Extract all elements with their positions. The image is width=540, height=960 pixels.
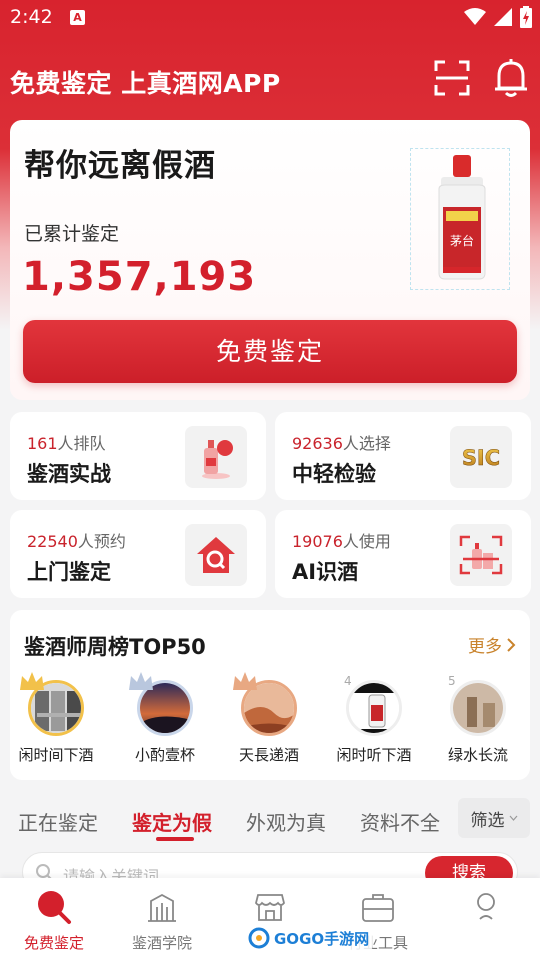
judge-item[interactable]: 5 绿水长流 xyxy=(428,674,528,765)
feature-stat: 22540人预约 xyxy=(27,532,126,551)
system-icons xyxy=(464,6,532,28)
building-icon xyxy=(143,888,181,926)
liquor-bottle-image: 茅台 xyxy=(410,148,510,290)
feature-name: 中轻检验 xyxy=(292,462,376,486)
watermark-logo-icon xyxy=(248,927,270,949)
bell-icon[interactable] xyxy=(493,58,529,98)
ai-scan-bottle-icon xyxy=(450,524,512,586)
feature-stat: 19076人使用 xyxy=(292,532,391,551)
avatar xyxy=(346,680,402,736)
active-tab-indicator xyxy=(156,837,194,841)
chevron-down-icon xyxy=(509,815,517,821)
store-icon xyxy=(251,888,289,926)
tab-judged-fake[interactable]: 鉴定为假 xyxy=(132,807,212,836)
scan-icon[interactable] xyxy=(434,60,470,96)
rank-number: 4 xyxy=(344,674,352,688)
app-bar: 免费鉴定 上真酒网APP xyxy=(0,56,540,106)
status-time: 2:42 xyxy=(10,6,53,28)
watermark: GOGO手游网 xyxy=(244,926,374,950)
hero-headline: 帮你远离假酒 xyxy=(24,148,216,184)
judge-name: 闲时听下酒 xyxy=(336,746,412,764)
status-tabs: 正在鉴定 鉴定为假 外观为真 资料不全 筛选 xyxy=(0,795,540,845)
svg-text:茅台: 茅台 xyxy=(450,233,474,248)
tab-incomplete-info[interactable]: 资料不全 xyxy=(360,807,440,836)
rank-number: 5 xyxy=(448,674,456,688)
nav-free-appraisal[interactable]: 免费鉴定 xyxy=(0,888,108,953)
feature-name: 上门鉴定 xyxy=(27,560,111,584)
sic-logo: SIC xyxy=(450,426,512,488)
free-appraisal-button[interactable]: 免费鉴定 xyxy=(23,320,517,383)
avatar xyxy=(450,680,506,736)
judge-item[interactable]: 4 闲时听下酒 xyxy=(324,674,424,765)
feature-name: 鉴酒实战 xyxy=(27,462,111,486)
notification-app-icon: A xyxy=(70,10,85,25)
ranking-panel: 鉴酒师周榜TOP50 更多 闲时间下酒 小酌壹杯 天長递酒 4 闲时听下酒 5 xyxy=(10,610,530,780)
judge-item[interactable]: 天長递酒 xyxy=(219,672,319,765)
judge-name: 天長递酒 xyxy=(238,746,299,764)
hero-card: 帮你远离假酒 已累计鉴定 1,357,193 茅台 免费鉴定 xyxy=(10,120,530,400)
search-red-icon xyxy=(35,888,73,926)
appraisal-count-label: 已累计鉴定 xyxy=(24,223,120,245)
nav-liquor-academy[interactable]: 鉴酒学院 xyxy=(108,888,216,953)
ranking-title: 鉴酒师周榜TOP50 xyxy=(24,635,206,659)
feature-stat: 92636人选择 xyxy=(292,434,391,453)
nav-profile[interactable] xyxy=(432,888,540,932)
judge-item[interactable]: 闲时间下酒 xyxy=(6,672,106,765)
gold-crown-icon xyxy=(20,672,44,690)
svg-text:SIC: SIC xyxy=(462,446,500,469)
judge-item[interactable]: 小酌壹杯 xyxy=(115,672,215,765)
chevron-right-icon xyxy=(507,637,516,652)
bronze-crown-icon xyxy=(233,672,257,690)
signal-icon xyxy=(494,8,512,26)
tab-in-progress[interactable]: 正在鉴定 xyxy=(18,807,98,836)
page-title: 免费鉴定 上真酒网APP xyxy=(10,69,281,98)
judge-name: 小酌壹杯 xyxy=(134,746,195,764)
feature-card-sic-inspection[interactable]: 92636人选择 中轻检验 SIC xyxy=(275,412,531,500)
feature-card-home-appraisal[interactable]: 22540人预约 上门鉴定 xyxy=(10,510,266,598)
judge-name: 绿水长流 xyxy=(447,746,508,764)
judge-name: 闲时间下酒 xyxy=(18,746,94,764)
filter-button[interactable]: 筛选 xyxy=(458,798,530,838)
battery-icon xyxy=(520,6,532,28)
status-bar: 2:42 A xyxy=(0,0,540,36)
feature-stat: 161人排队 xyxy=(27,434,106,453)
user-icon xyxy=(467,888,505,926)
ranking-more-link[interactable]: 更多 xyxy=(468,632,516,657)
liquor-combat-icon xyxy=(185,426,247,488)
tab-appearance-genuine[interactable]: 外观为真 xyxy=(246,807,326,836)
wifi-icon xyxy=(464,8,486,25)
feature-card-liquor-combat[interactable]: 161人排队 鉴酒实战 xyxy=(10,412,266,500)
feature-card-ai-recognition[interactable]: 19076人使用 AI识酒 xyxy=(275,510,531,598)
briefcase-icon xyxy=(359,888,397,926)
home-search-icon xyxy=(185,524,247,586)
feature-name: AI识酒 xyxy=(292,560,359,584)
appraisal-count: 1,357,193 xyxy=(22,254,257,300)
silver-crown-icon xyxy=(129,672,153,690)
